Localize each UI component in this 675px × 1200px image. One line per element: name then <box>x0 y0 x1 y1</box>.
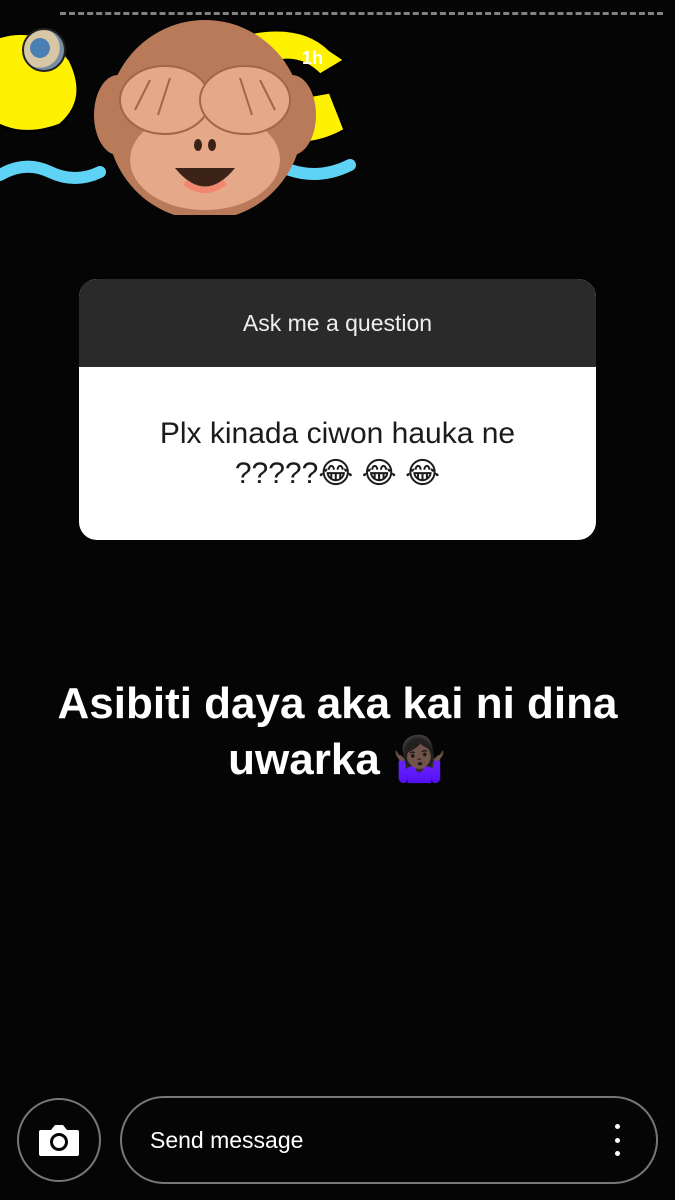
more-vertical-icon[interactable] <box>614 1124 620 1156</box>
question-sticker: Ask me a question Plx kinada ciwon hauka… <box>79 279 596 540</box>
story-time-label: 1h <box>302 48 324 68</box>
send-message-input[interactable]: Send message <box>120 1096 658 1184</box>
story-answer-text: Asibiti daya aka kai ni dina uwarka 🤷🏿‍♀… <box>57 679 618 784</box>
question-sticker-text: Plx kinada ciwon hauka ne ?????😂 😂 😂 <box>159 416 516 490</box>
question-sticker-header: Ask me a question <box>79 279 596 367</box>
camera-icon <box>39 1125 79 1156</box>
camera-button[interactable] <box>17 1098 101 1182</box>
story-avatar[interactable] <box>22 28 66 72</box>
send-message-placeholder: Send message <box>150 1126 304 1153</box>
